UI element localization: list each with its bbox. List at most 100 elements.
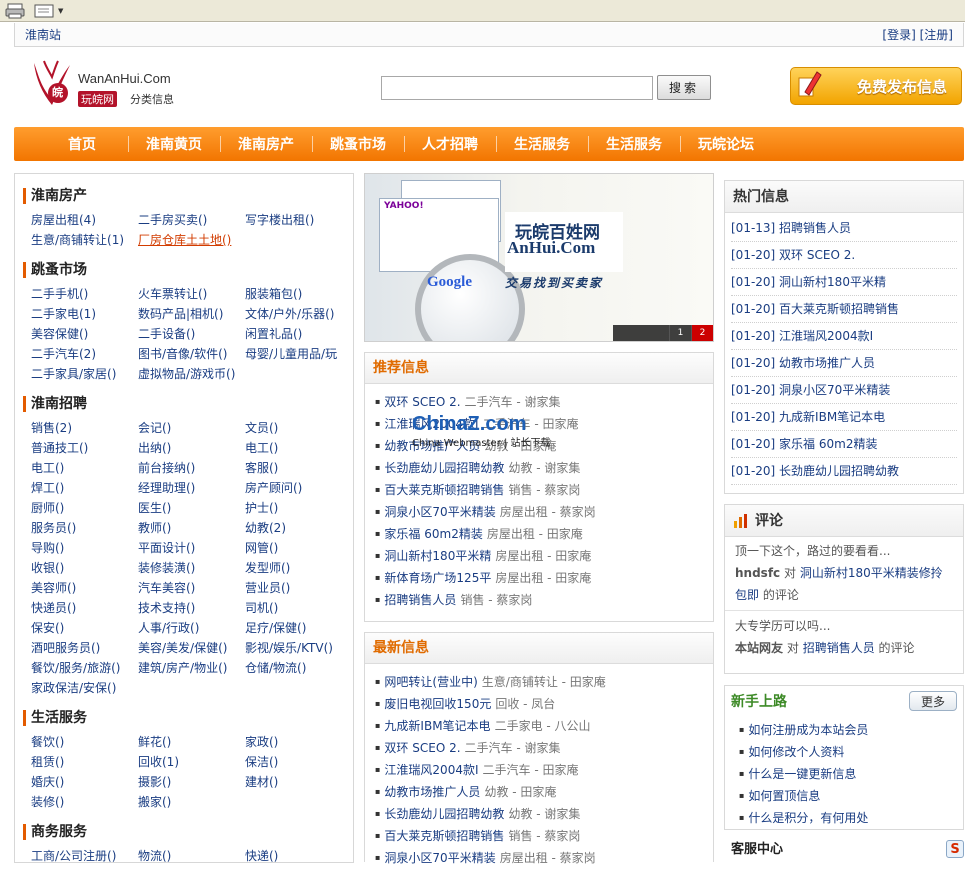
category-link[interactable]: 销售(2) (31, 418, 138, 438)
category-link[interactable]: 搬家() (138, 792, 245, 812)
category-link[interactable]: 厨师() (31, 498, 138, 518)
category-link[interactable]: 焊工() (31, 478, 138, 498)
category-link[interactable]: 幼教(2) (245, 518, 353, 538)
category-link[interactable]: 电工() (31, 458, 138, 478)
info-title-link[interactable]: 新体育场广场125平 (384, 571, 491, 585)
newbie-link[interactable]: 如何置顶信息 (739, 786, 963, 808)
category-link[interactable]: 收银() (31, 558, 138, 578)
category-link[interactable]: 保洁() (245, 752, 353, 772)
login-link[interactable]: [登录] (882, 28, 915, 42)
search-button[interactable]: 搜索 (657, 75, 711, 100)
banner-slideshow[interactable]: YAHOO! Google 玩皖百姓网 AnHui.Com 交易找到买卖家 1 … (364, 173, 714, 342)
category-link[interactable]: 医生() (138, 498, 245, 518)
category-link[interactable]: 会记() (138, 418, 245, 438)
nav-forum[interactable]: 玩皖论坛 (680, 134, 772, 154)
category-link[interactable]: 美容师() (31, 578, 138, 598)
category-link[interactable]: 服装箱包() (245, 284, 353, 304)
category-link[interactable]: 婚庆() (31, 772, 138, 792)
category-link[interactable]: 装修() (31, 792, 138, 812)
info-title-link[interactable]: 百大莱克斯顿招聘销售 (384, 483, 504, 497)
category-link[interactable]: 营业员() (245, 578, 353, 598)
category-link[interactable]: 餐饮/服务/旅游() (31, 658, 138, 678)
category-link[interactable]: 房产顾问() (245, 478, 353, 498)
category-link[interactable]: 火车票转让() (138, 284, 245, 304)
category-link[interactable]: 平面设计() (138, 538, 245, 558)
category-link[interactable]: 二手家具/家居() (31, 364, 138, 384)
category-link[interactable]: 技术支持() (138, 598, 245, 618)
category-link[interactable]: 租赁() (31, 752, 138, 772)
hot-item[interactable]: [01-20] 双环 SCEO 2. (731, 242, 957, 269)
nav-life-services-2[interactable]: 生活服务 (588, 134, 680, 154)
category-link[interactable]: 影视/娱乐/KTV() (245, 638, 353, 658)
hot-item[interactable]: [01-20] 洞山新村180平米精 (731, 269, 957, 296)
category-link[interactable]: 房屋出租(4) (31, 210, 138, 230)
category-link[interactable]: 汽车美容() (138, 578, 245, 598)
category-link[interactable]: 二手设备() (138, 324, 245, 344)
info-title-link[interactable]: 家乐福 60m2精装 (384, 527, 482, 541)
category-link[interactable]: 教师() (138, 518, 245, 538)
category-link[interactable]: 物流() (138, 846, 245, 862)
info-title-link[interactable]: 招聘销售人员 (384, 593, 456, 607)
hot-item[interactable]: [01-20] 幼教市场推广人员 (731, 350, 957, 377)
category-link[interactable]: 人事/行政() (138, 618, 245, 638)
category-link[interactable]: 母婴/儿童用品/玩 (245, 344, 353, 364)
category-link[interactable]: 美容/美发/保健() (138, 638, 245, 658)
info-title-link[interactable]: 幼教市场推广人员 (384, 785, 480, 799)
category-link[interactable]: 闲置礼品() (245, 324, 353, 344)
nav-life-services[interactable]: 生活服务 (496, 134, 588, 154)
comment-text[interactable]: 顶一下这个，路过的要看看... (735, 540, 953, 562)
category-link[interactable]: 保安() (31, 618, 138, 638)
hot-item[interactable]: [01-20] 百大莱克斯顿招聘销售 (731, 296, 957, 323)
nav-home[interactable]: 首页 (36, 134, 128, 154)
category-link[interactable]: 家政() (245, 732, 353, 752)
hot-item[interactable]: [01-20] 九成新IBM笔记本电 (731, 404, 957, 431)
nav-jobs[interactable]: 人才招聘 (404, 134, 496, 154)
category-link[interactable]: 文体/户外/乐器() (245, 304, 353, 324)
category-link[interactable]: 装修装潢() (138, 558, 245, 578)
info-title-link[interactable]: 洞泉小区70平米精装 (384, 505, 495, 519)
category-link[interactable]: 仓储/物流() (245, 658, 353, 678)
category-link[interactable]: 餐饮() (31, 732, 138, 752)
info-title-link[interactable]: 江淮瑞风2004款I (384, 763, 478, 777)
info-title-link[interactable]: 双环 SCEO 2. (384, 741, 460, 755)
dropdown-arrow-icon[interactable]: ▼ (58, 7, 63, 15)
category-link[interactable]: 出纳() (138, 438, 245, 458)
category-link[interactable]: 厂房仓库土土地() (138, 230, 245, 250)
info-title-link[interactable]: 双环 SCEO 2. (384, 395, 460, 409)
category-link[interactable]: 回收(1) (138, 752, 245, 772)
banner-page-2[interactable]: 2 (691, 325, 713, 341)
category-link[interactable]: 摄影() (138, 772, 245, 792)
register-link[interactable]: [注册] (920, 28, 953, 42)
search-input[interactable] (381, 76, 653, 100)
newbie-link[interactable]: 什么是积分，有何用处 (739, 808, 963, 830)
category-link[interactable]: 图书/音像/软件() (138, 344, 245, 364)
hot-item[interactable]: [01-13] 招聘销售人员 (731, 215, 957, 242)
nav-flea-market[interactable]: 跳蚤市场 (312, 134, 404, 154)
category-link[interactable]: 电工() (245, 438, 353, 458)
category-link[interactable]: 鲜花() (138, 732, 245, 752)
category-link[interactable]: 服务员() (31, 518, 138, 538)
info-title-link[interactable]: 废旧电视回收150元 (384, 697, 491, 711)
category-link[interactable]: 酒吧服务员() (31, 638, 138, 658)
newbie-link[interactable]: 什么是一键更新信息 (739, 764, 963, 786)
banner-page-1[interactable]: 1 (669, 325, 691, 341)
category-link[interactable]: 网管() (245, 538, 353, 558)
info-title-link[interactable]: 百大莱克斯顿招聘销售 (384, 829, 504, 843)
category-link[interactable]: 发型师() (245, 558, 353, 578)
category-link[interactable]: 护士() (245, 498, 353, 518)
newbie-link[interactable]: 如何注册成为本站会员 (739, 720, 963, 742)
info-title-link[interactable]: 九成新IBM笔记本电 (384, 719, 490, 733)
category-link[interactable]: 足疗/保健() (245, 618, 353, 638)
info-title-link[interactable]: 洞泉小区70平米精装 (384, 851, 495, 865)
category-link[interactable]: 二手房买卖() (138, 210, 245, 230)
comment-target-link[interactable]: 招聘销售人员 (803, 641, 875, 655)
category-link[interactable]: 虚拟物品/游戏币() (138, 364, 245, 384)
category-link[interactable]: 工商/公司注册() (31, 846, 138, 862)
category-link[interactable]: 建材() (245, 772, 353, 792)
hot-item[interactable]: [01-20] 江淮瑞风2004款I (731, 323, 957, 350)
category-link[interactable]: 数码产品|相机() (138, 304, 245, 324)
service-s-icon[interactable]: S (946, 840, 964, 858)
info-title-link[interactable]: 洞山新村180平米精 (384, 549, 491, 563)
category-link[interactable]: 导购() (31, 538, 138, 558)
info-title-link[interactable]: 长劲鹿幼儿园招聘幼教 (384, 461, 504, 475)
